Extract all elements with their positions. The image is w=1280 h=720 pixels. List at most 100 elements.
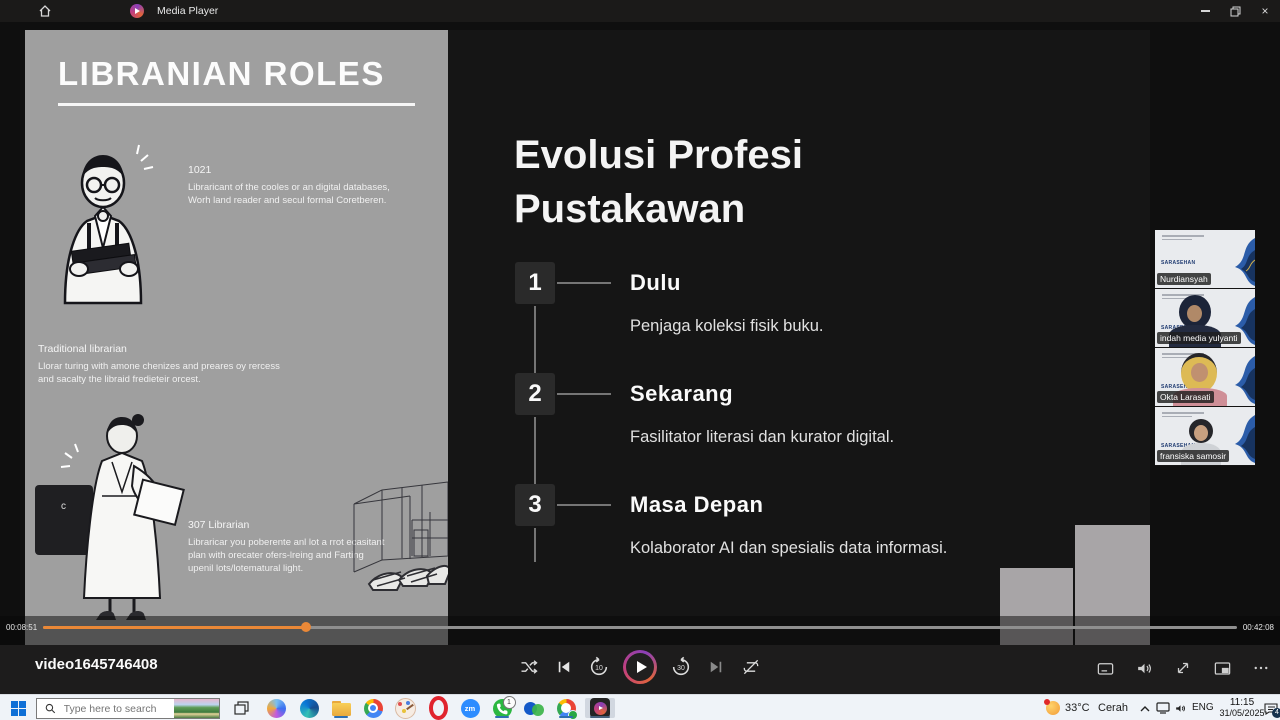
notification-badge: 4: [1272, 708, 1280, 718]
slide-bg-lines: [1162, 412, 1204, 419]
window-titlebar: Media Player ×: [0, 0, 1280, 22]
timeline-connector: [534, 528, 536, 562]
transport-controls: 10 30: [518, 648, 762, 686]
desktop-screen: Media Player × LIBRANIAN ROLES: [0, 0, 1280, 720]
clock-date: 31/05/2025: [1216, 708, 1268, 718]
slide-bg-text: SARASEHAN: [1161, 260, 1195, 266]
rewind-10-icon[interactable]: 10: [588, 656, 610, 678]
participant-tile: SARASEHAN Nurdiansyah: [1155, 230, 1255, 289]
chrome-icon[interactable]: [360, 698, 386, 718]
weather-temperature[interactable]: 33°C: [1065, 702, 1090, 714]
female-librarian-illustration: [50, 406, 195, 624]
paint-icon[interactable]: [392, 698, 418, 718]
fullscreen-icon[interactable]: [1172, 657, 1194, 679]
timeline-connector: [557, 504, 611, 506]
timeline-desc-2: Fasilitator literasi dan kurator digital…: [630, 428, 894, 447]
restore-button[interactable]: [1220, 0, 1250, 22]
repeat-off-icon[interactable]: [740, 656, 762, 678]
previous-track-icon[interactable]: [553, 656, 575, 678]
video-canvas[interactable]: LIBRANIAN ROLES: [0, 22, 1280, 660]
whatsapp-icon[interactable]: 1: [489, 698, 515, 718]
lounge-chairs-illustration: [363, 550, 448, 596]
secondary-controls: [1094, 657, 1272, 679]
timeline-desc-1: Penjaga koleksi fisik buku.: [630, 317, 824, 336]
mini-player-icon[interactable]: [1211, 657, 1233, 679]
media-player-app-icon: [130, 4, 144, 18]
slide-panel: Evolusi Profesi Pustakawan 1 Dulu Penjag…: [448, 30, 1150, 652]
timeline-number-3: 3: [515, 484, 555, 526]
shuffle-icon[interactable]: [518, 656, 540, 678]
participant-tile: SARASEHAN indah media yulyanti: [1155, 289, 1255, 348]
timeline-connector: [534, 417, 536, 484]
opera-icon[interactable]: [425, 698, 451, 718]
start-button[interactable]: [5, 698, 31, 718]
video-title: video1645746408: [35, 656, 158, 673]
more-options-icon[interactable]: [1250, 657, 1272, 679]
participant-name: fransiska samosir: [1157, 450, 1229, 462]
play-button[interactable]: [623, 650, 657, 684]
zoom-icon[interactable]: zm: [457, 698, 483, 718]
slide-bg-decoration: [1221, 230, 1255, 288]
chrome-profile-icon[interactable]: [553, 698, 579, 718]
taskbar-clock[interactable]: 11:15 31/05/2025: [1216, 697, 1268, 718]
participant-name: indah media yulyanti: [1157, 332, 1241, 344]
taskbar-search-box[interactable]: [36, 698, 220, 719]
slide-title: Evolusi Profesi Pustakawan: [514, 128, 803, 236]
window-title: Media Player: [157, 5, 218, 17]
timeline-title-3: Masa Depan: [630, 492, 763, 518]
svg-text:30: 30: [677, 665, 685, 672]
participant-face: [1191, 363, 1208, 382]
timeline-number-2: 2: [515, 373, 555, 415]
participant-name: Okta Larasati: [1157, 391, 1214, 403]
timeline-title-1: Dulu: [630, 270, 681, 296]
search-highlight-image[interactable]: [174, 699, 219, 718]
taskbar: zm 1: [0, 694, 1280, 720]
total-duration: 00:42:08: [1243, 623, 1274, 632]
seek-bar[interactable]: [43, 626, 1237, 629]
play-icon: [637, 661, 647, 673]
participant-name: Nurdiansyah: [1157, 273, 1211, 285]
svg-text:10: 10: [595, 665, 603, 672]
weather-icon[interactable]: [1044, 698, 1062, 718]
player-control-bar: video1645746408 10: [0, 645, 1280, 694]
home-icon[interactable]: [38, 4, 52, 18]
language-indicator[interactable]: ENG: [1192, 702, 1214, 713]
forward-30-icon[interactable]: 30: [670, 656, 692, 678]
clock-time: 11:15: [1216, 697, 1268, 708]
poster-heading: LIBRANIAN ROLES: [58, 55, 385, 93]
edge-icon[interactable]: [296, 698, 322, 718]
poster-block-traditional: Traditional librarian Llorar turing with…: [38, 343, 328, 386]
next-track-icon[interactable]: [705, 656, 727, 678]
notification-center-icon[interactable]: 4: [1262, 698, 1280, 718]
search-input[interactable]: [62, 702, 174, 716]
elapsed-time: 00:08:51: [6, 623, 37, 632]
poster-panel: LIBRANIAN ROLES: [25, 30, 448, 652]
slide-bg-lines: [1162, 235, 1204, 242]
weather-condition[interactable]: Cerah: [1098, 702, 1128, 714]
subtitles-icon[interactable]: [1094, 657, 1116, 679]
timeline-connector: [557, 393, 611, 395]
close-button[interactable]: ×: [1250, 0, 1280, 22]
minimize-button[interactable]: [1190, 0, 1220, 22]
volume-tray-icon[interactable]: [1171, 698, 1189, 718]
participant-face: [1187, 305, 1202, 322]
timeline-number-1: 1: [515, 262, 555, 304]
seek-handle[interactable]: [301, 622, 311, 632]
media-player-taskbar-icon[interactable]: [585, 698, 615, 718]
timeline-desc-3: Kolaborator AI dan spesialis data inform…: [630, 539, 947, 558]
participant-face: [1194, 425, 1208, 441]
network-icon[interactable]: [1154, 698, 1172, 718]
participant-tile: SARASEHAN fransiska samosir: [1155, 407, 1255, 466]
participant-tile: SARASEHAN Okta Larasati: [1155, 348, 1255, 407]
copilot-icon[interactable]: [263, 698, 289, 718]
file-explorer-icon[interactable]: [328, 698, 354, 718]
task-view-icon[interactable]: [228, 698, 254, 718]
timeline-title-2: Sekarang: [630, 381, 733, 407]
volume-icon[interactable]: [1133, 657, 1155, 679]
tray-chevron-icon[interactable]: [1137, 698, 1153, 718]
poster-block-1021: 1021 Libraricant of the cooles or an dig…: [188, 164, 438, 207]
timeline-connector: [557, 282, 611, 284]
webex-icon[interactable]: [521, 698, 547, 718]
poster-underline: [58, 103, 415, 106]
seek-row: 00:08:51 00:42:08: [6, 620, 1274, 634]
